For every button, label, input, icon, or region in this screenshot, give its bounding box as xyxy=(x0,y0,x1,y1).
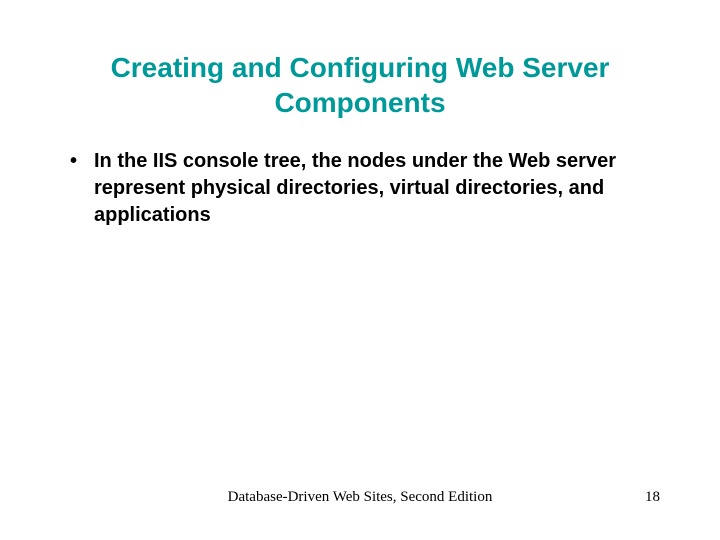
bullet-item: In the IIS console tree, the nodes under… xyxy=(60,148,660,229)
page-number: 18 xyxy=(645,489,660,506)
slide-footer: Database-Driven Web Sites, Second Editio… xyxy=(0,489,720,506)
footer-text: Database-Driven Web Sites, Second Editio… xyxy=(60,489,660,506)
bullet-list: In the IIS console tree, the nodes under… xyxy=(60,148,660,229)
slide-title: Creating and Configuring Web Server Comp… xyxy=(0,0,720,120)
slide-body: In the IIS console tree, the nodes under… xyxy=(0,120,720,229)
slide: Creating and Configuring Web Server Comp… xyxy=(0,0,720,540)
